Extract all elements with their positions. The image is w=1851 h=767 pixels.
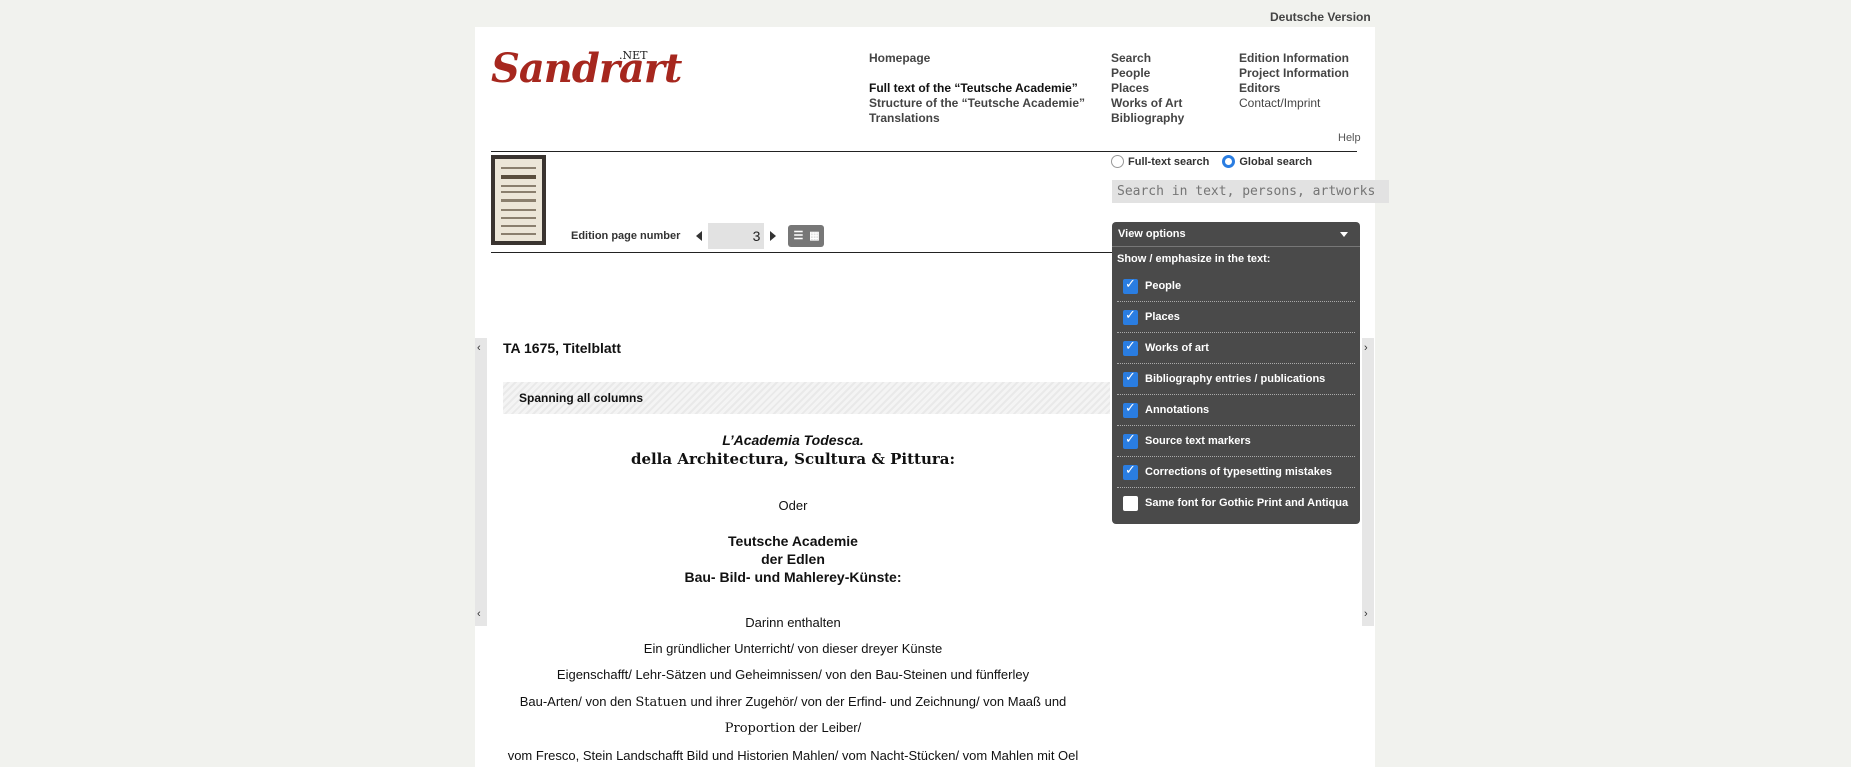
nav-translations[interactable]: Translations [869,111,1085,126]
title-line-2: della Architectura, Scultura & Pittura: [630,450,956,468]
view-options-subtitle: Show / emphasize in the text: [1117,253,1271,265]
view-option-label: Same font for Gothic Print and Antiqua [1145,497,1349,509]
view-option-checkbox[interactable] [1123,308,1138,325]
nav-homepage[interactable]: Homepage [869,51,1085,66]
global-radio[interactable] [1222,155,1236,168]
search-mode-options: Full-text search Global search [1111,155,1361,171]
help-link[interactable]: Help [1338,132,1361,144]
title-line-1: L’Academia Todesca. [722,432,864,448]
title-line-3: Oder [778,498,808,513]
view-option-label: Bibliography entries / publications [1145,373,1326,385]
section-title: TA 1675, Titelblatt [503,340,621,356]
view-option-checkbox[interactable] [1123,339,1138,356]
scroll-right-bottom-icon[interactable]: › [1364,608,1368,620]
view-options-panel: View options Show / emphasize in the tex… [1112,222,1360,524]
view-options-title: View options [1118,228,1186,240]
view-mode-toggle: ☰ ▦ [788,225,825,247]
left-scroll-strip: ‹ ‹ [475,338,487,626]
right-scroll-strip: › › [1362,338,1374,626]
fulltext-radio[interactable] [1111,155,1124,168]
spanning-columns-bar: Spanning all columns [503,382,1110,414]
nav-edition-information[interactable]: Edition Information [1239,51,1349,66]
view-option-item[interactable]: Source text markers [1117,426,1355,457]
body-line-8: Ein gründlicher Unterricht/ von dieser d… [643,641,943,656]
view-option-label: Annotations [1145,404,1210,416]
search-input[interactable] [1112,180,1389,203]
view-option-checkbox[interactable] [1123,370,1138,387]
scroll-left-top-icon[interactable]: ‹ [477,342,481,354]
nav-works-of-art[interactable]: Works of Art [1111,96,1184,111]
page-number-label: Edition page number [571,230,681,242]
body-line-10-part-1: Bau-Arten/ von den [519,694,636,709]
view-option-label: Corrections of typesetting mistakes [1145,466,1333,478]
view-option-item[interactable]: Places [1117,302,1355,333]
scroll-left-bottom-icon[interactable]: ‹ [477,608,481,620]
page-thumbnail[interactable] [491,155,546,245]
body-line-11: Proportion der Leiber/ [503,720,1083,736]
grid-view-icon[interactable]: ▦ [806,227,822,245]
page-number-input[interactable] [708,223,765,249]
view-option-label: Source text markers [1145,435,1251,447]
fulltext-search-label: Full-text search [1128,155,1210,168]
spanning-columns-label: Spanning all columns [519,391,644,405]
view-option-checkbox[interactable] [1123,463,1138,480]
logo-wordmark: Sandrart [491,45,682,92]
nav-column-search: Search People Places Works of Art Biblio… [1111,51,1184,126]
view-option-item[interactable]: Annotations [1117,395,1355,426]
view-option-item[interactable]: Same font for Gothic Print and Antiqua [1117,488,1355,518]
body-line-10-part-3: und ihrer Zugehör/ von der Erfind- und Z… [686,694,1067,709]
fulltext-search-option[interactable]: Full-text search [1111,155,1209,168]
nav-editors[interactable]: Editors [1239,81,1349,96]
nav-column-main: Homepage Full text of the “Teutsche Acad… [869,51,1085,126]
global-search-label: Global search [1239,155,1313,168]
body-line-12: vom Fresco, Stein Landschafft Bild und H… [507,748,1079,763]
nav-people[interactable]: People [1111,66,1184,81]
title-line-6: Bau- Bild- und Mahlerey-Künste: [684,569,902,585]
nav-places[interactable]: Places [1111,81,1184,96]
logo-suffix: .NET [619,49,648,62]
body-line-10: Bau-Arten/ von den Statuen und ihrer Zug… [503,694,1083,710]
nav-full-text[interactable]: Full text of the “Teutsche Academie” [869,81,1085,96]
view-option-item[interactable]: Corrections of typesetting mistakes [1117,457,1355,488]
view-option-label: Works of art [1145,342,1209,354]
nav-bibliography[interactable]: Bibliography [1111,111,1184,126]
view-option-checkbox[interactable] [1123,432,1138,449]
view-option-item[interactable]: People [1117,271,1355,302]
next-page-arrow-icon[interactable] [770,231,777,241]
view-option-item[interactable]: Works of art [1117,333,1355,364]
body-line-9: Eigenschafft/ Lehr-Sätzen und Geheimniss… [556,667,1030,682]
nav-column-info: Edition Information Project Information … [1239,51,1349,111]
view-option-item[interactable]: Bibliography entries / publications [1117,364,1355,395]
proportion-term: Proportion [724,721,796,736]
thumbnail-page-image [495,159,542,241]
toolbar-divider [491,252,1121,253]
view-option-checkbox[interactable] [1123,401,1138,418]
page-navigator: Edition page number ☰ ▦ [571,223,825,249]
view-options-header[interactable]: View options [1112,222,1360,247]
previous-page-arrow-icon[interactable] [696,231,703,241]
scroll-right-top-icon[interactable]: › [1364,342,1368,354]
language-switch-link[interactable]: Deutsche Version [1270,10,1371,24]
view-option-label: People [1145,280,1182,292]
global-search-option[interactable]: Global search [1222,155,1312,168]
header-divider [491,151,1357,152]
view-option-label: Places [1145,311,1180,323]
nav-structure[interactable]: Structure of the “Teutsche Academie” [869,96,1085,111]
nav-project-information[interactable]: Project Information [1239,66,1349,81]
body-line-7: Darinn enthalten [745,615,841,630]
nav-contact-imprint[interactable]: Contact/Imprint [1239,96,1349,111]
title-line-4: Teutsche Academie [728,533,858,549]
view-options-list: People Places Works of art Bibliography ent… [1112,271,1360,518]
statuen-term: Statuen [635,695,687,710]
body-line-11-part-2: der Leiber/ [795,720,862,735]
text-view-icon[interactable]: ☰ [790,227,806,245]
nav-search[interactable]: Search [1111,51,1184,66]
view-option-checkbox[interactable] [1123,277,1138,294]
view-option-checkbox[interactable] [1123,495,1138,511]
chevron-down-icon [1340,231,1348,237]
site-logo[interactable]: Sandrart .NET [491,45,682,95]
title-line-5: der Edlen [761,551,825,567]
